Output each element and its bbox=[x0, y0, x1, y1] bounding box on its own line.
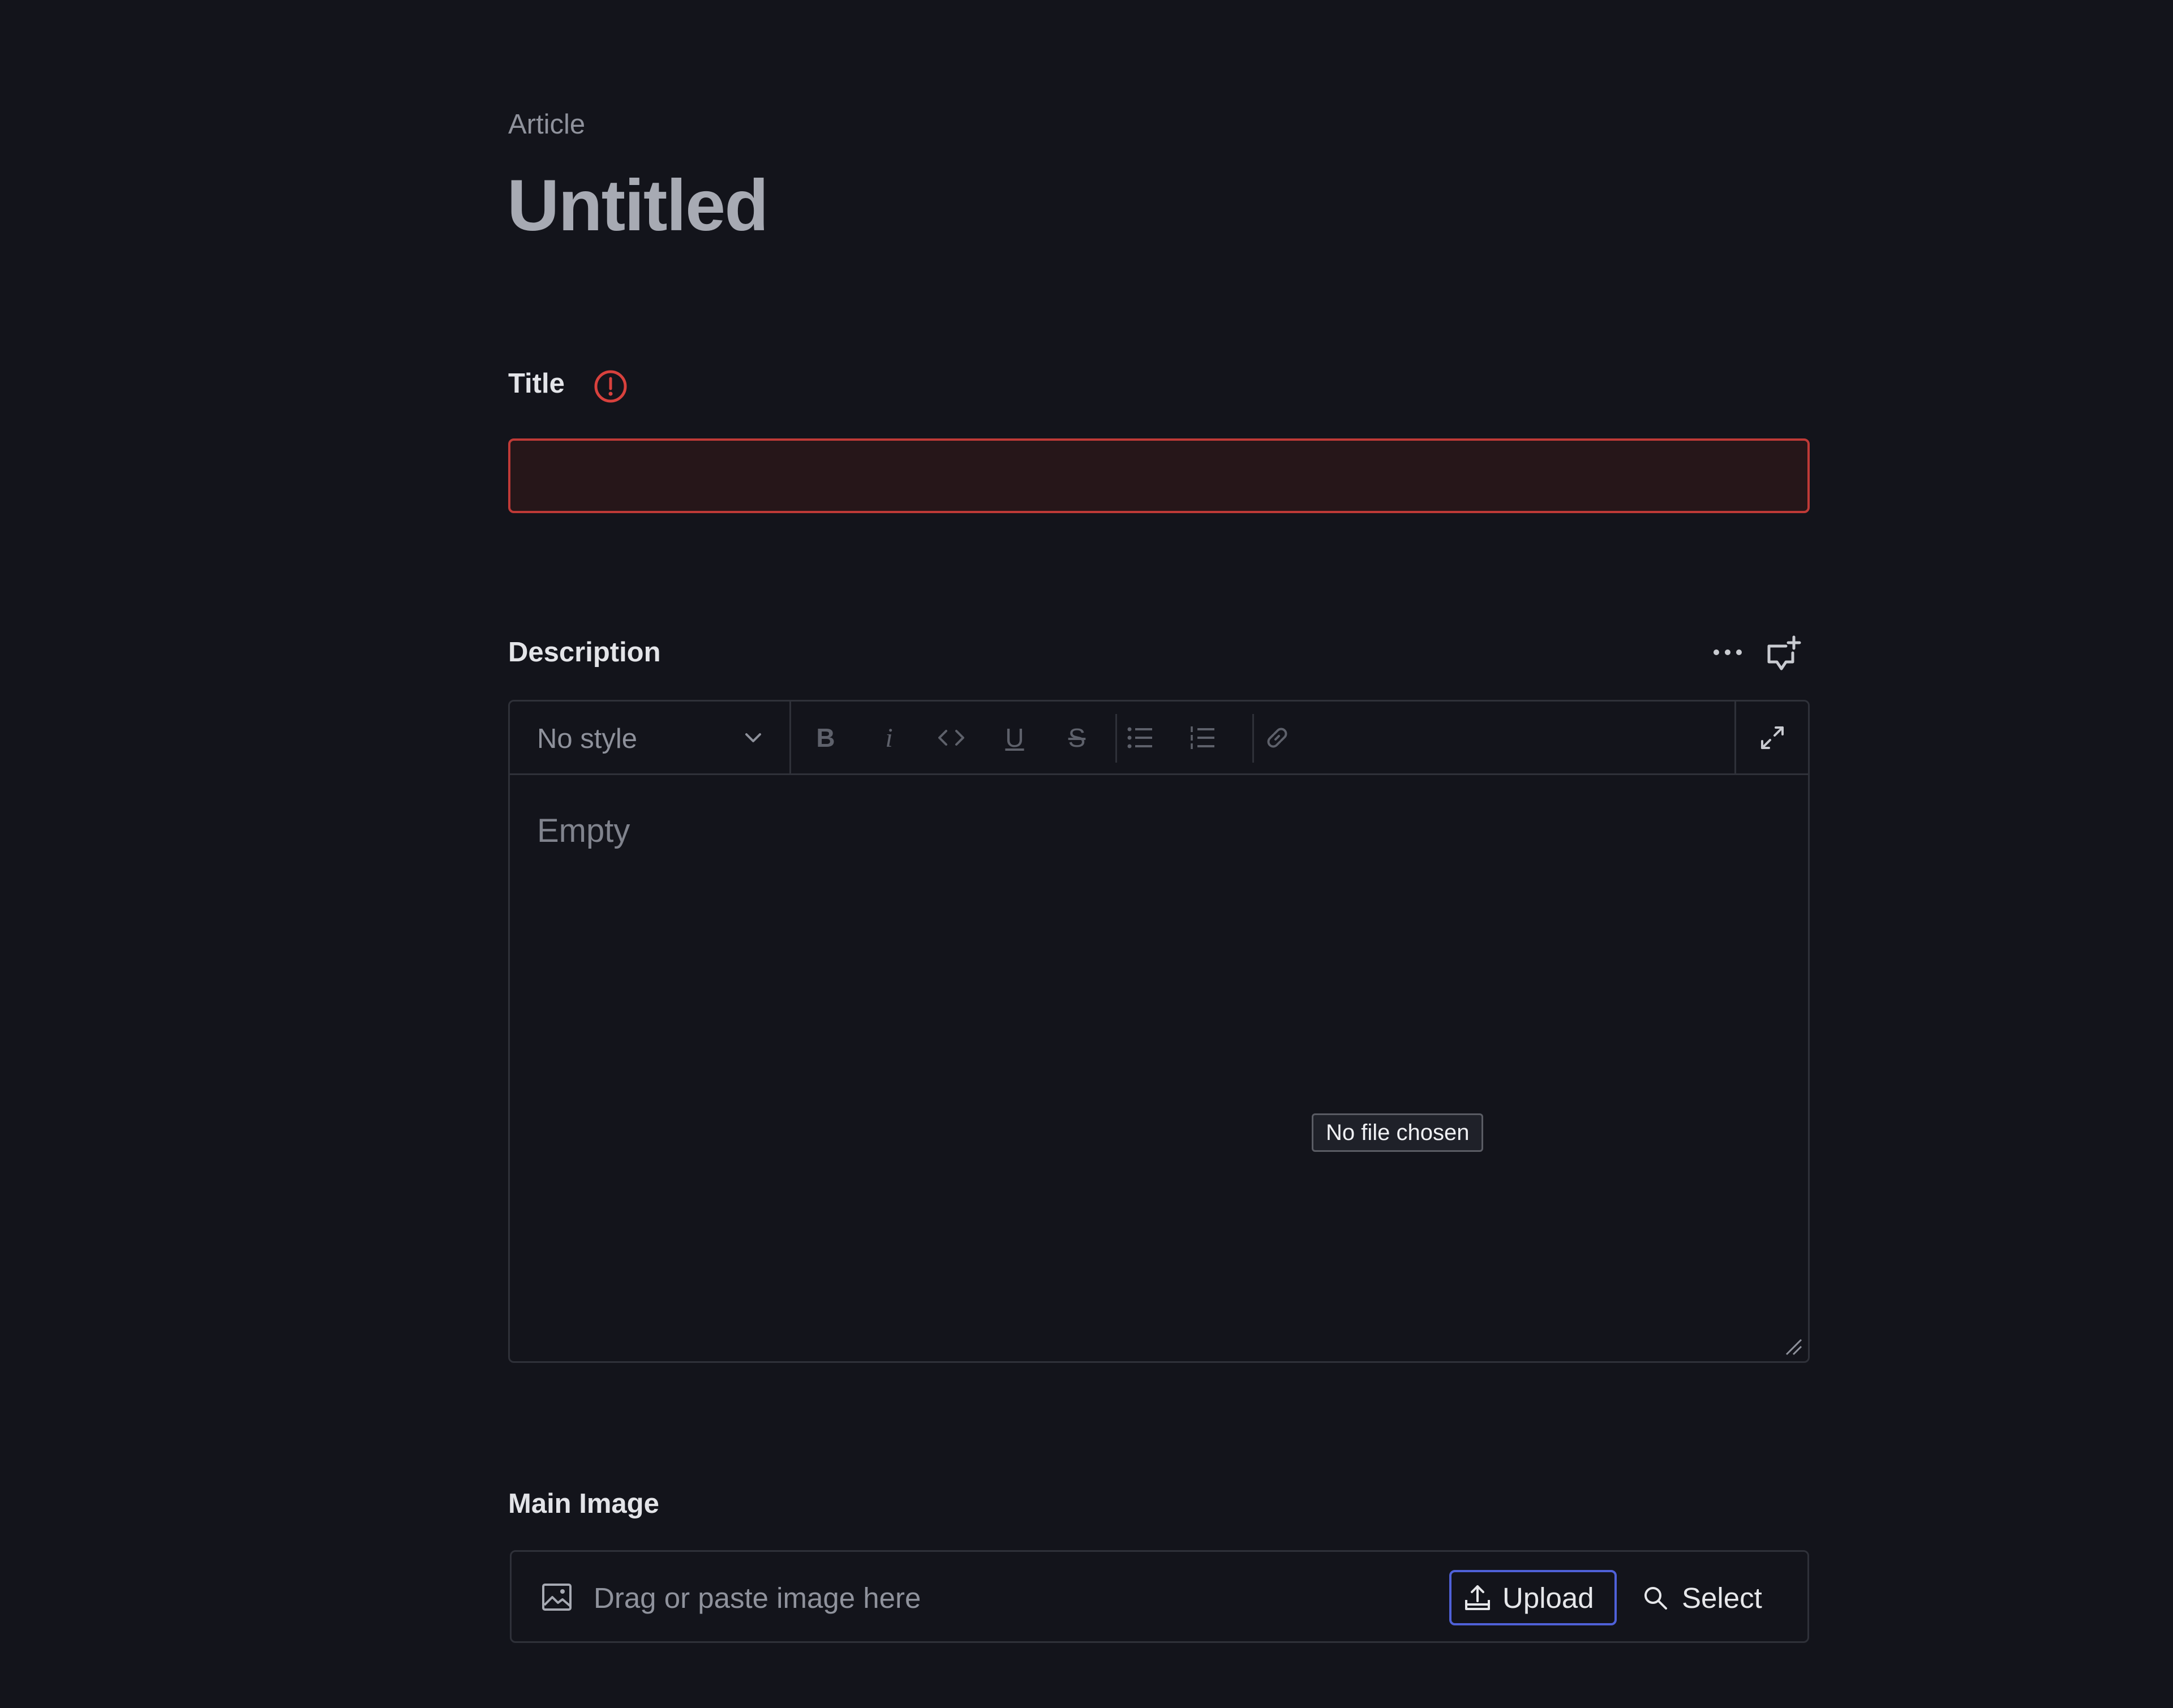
upload-button-label: Upload bbox=[1502, 1581, 1594, 1614]
warning-circle-icon[interactable] bbox=[593, 369, 628, 404]
italic-icon[interactable]: i bbox=[872, 721, 906, 755]
document-title: Untitled bbox=[507, 165, 768, 246]
bold-icon[interactable]: B bbox=[809, 721, 843, 755]
toolbar-divider bbox=[1115, 714, 1117, 763]
search-icon bbox=[1641, 1584, 1669, 1612]
fullscreen-icon bbox=[1759, 724, 1786, 751]
title-field-label: Title bbox=[508, 368, 565, 399]
description-field-label: Description bbox=[508, 637, 661, 668]
editor-placeholder: Empty bbox=[537, 812, 630, 849]
resize-handle-icon[interactable] bbox=[1783, 1336, 1803, 1357]
select-button-label: Select bbox=[1682, 1581, 1762, 1614]
description-editor[interactable]: No style B i U S Empty bbox=[508, 700, 1810, 1363]
numbered-list-icon[interactable] bbox=[1186, 721, 1219, 755]
select-button[interactable]: Select bbox=[1638, 1570, 1779, 1625]
fullscreen-button[interactable] bbox=[1734, 702, 1808, 773]
style-select-value: No style bbox=[537, 724, 638, 754]
bullet-list-icon[interactable] bbox=[1123, 721, 1157, 755]
image-dropzone[interactable]: Drag or paste image here Upload Select bbox=[510, 1550, 1809, 1643]
title-input[interactable] bbox=[508, 438, 1810, 513]
document-type-label: Article bbox=[508, 109, 586, 140]
style-select[interactable]: No style bbox=[510, 702, 791, 773]
underline-icon[interactable]: U bbox=[998, 721, 1032, 755]
add-comment-icon[interactable] bbox=[1764, 634, 1802, 673]
chevron-down-icon bbox=[742, 726, 765, 749]
more-icon[interactable] bbox=[1708, 638, 1747, 666]
editor-toolbar: No style B i U S bbox=[510, 702, 1808, 775]
toolbar-divider bbox=[1252, 714, 1254, 763]
link-icon[interactable] bbox=[1260, 721, 1294, 755]
file-tooltip: No file chosen bbox=[1312, 1113, 1484, 1152]
code-icon[interactable] bbox=[934, 721, 968, 755]
upload-icon bbox=[1463, 1583, 1492, 1612]
upload-button[interactable]: Upload bbox=[1449, 1570, 1617, 1625]
main-image-label: Main Image bbox=[508, 1488, 659, 1519]
image-dropzone-placeholder: Drag or paste image here bbox=[594, 1582, 921, 1614]
strikethrough-icon[interactable]: S bbox=[1060, 721, 1094, 755]
image-icon bbox=[541, 1582, 573, 1612]
